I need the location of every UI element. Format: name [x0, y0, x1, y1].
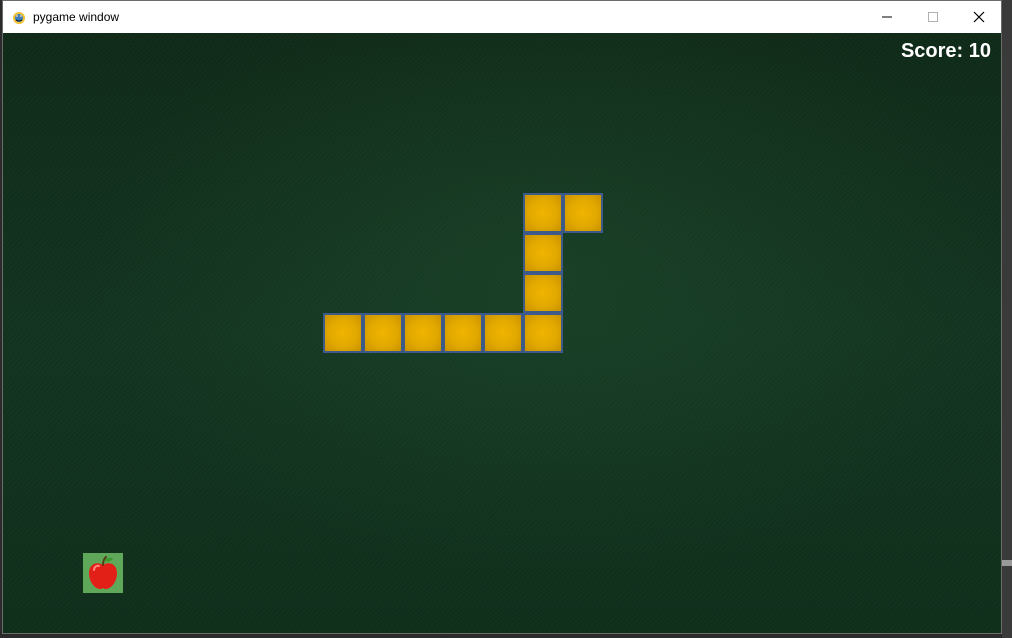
snake-segment [563, 193, 603, 233]
snake-segment [323, 313, 363, 353]
snake-segment [363, 313, 403, 353]
snake-segment [523, 233, 563, 273]
desktop-background-strip [1002, 0, 1012, 638]
close-button[interactable] [956, 1, 1002, 33]
snake-segment [523, 273, 563, 313]
snake-segment [403, 313, 443, 353]
pygame-snake-icon [13, 12, 25, 24]
snake-head-segment [523, 193, 563, 233]
window-title: pygame window [33, 10, 120, 24]
desktop-edge-mark [1002, 560, 1012, 566]
maximize-icon [928, 12, 938, 22]
score-display: Score: 10 [900, 40, 991, 62]
title-bar[interactable]: pygame window [3, 1, 1001, 33]
apple-food [83, 553, 123, 593]
apple-icon [89, 556, 117, 589]
pygame-window: pygame window Score: 10 [2, 0, 1002, 634]
snake-segment [443, 313, 483, 353]
snake-segment [523, 313, 563, 353]
minimize-button[interactable] [864, 1, 910, 33]
close-icon [973, 11, 985, 23]
minimize-icon [882, 16, 892, 18]
snake-segment [483, 313, 523, 353]
game-canvas[interactable]: Score: 10 [3, 33, 1001, 633]
maximize-button[interactable] [910, 1, 956, 33]
